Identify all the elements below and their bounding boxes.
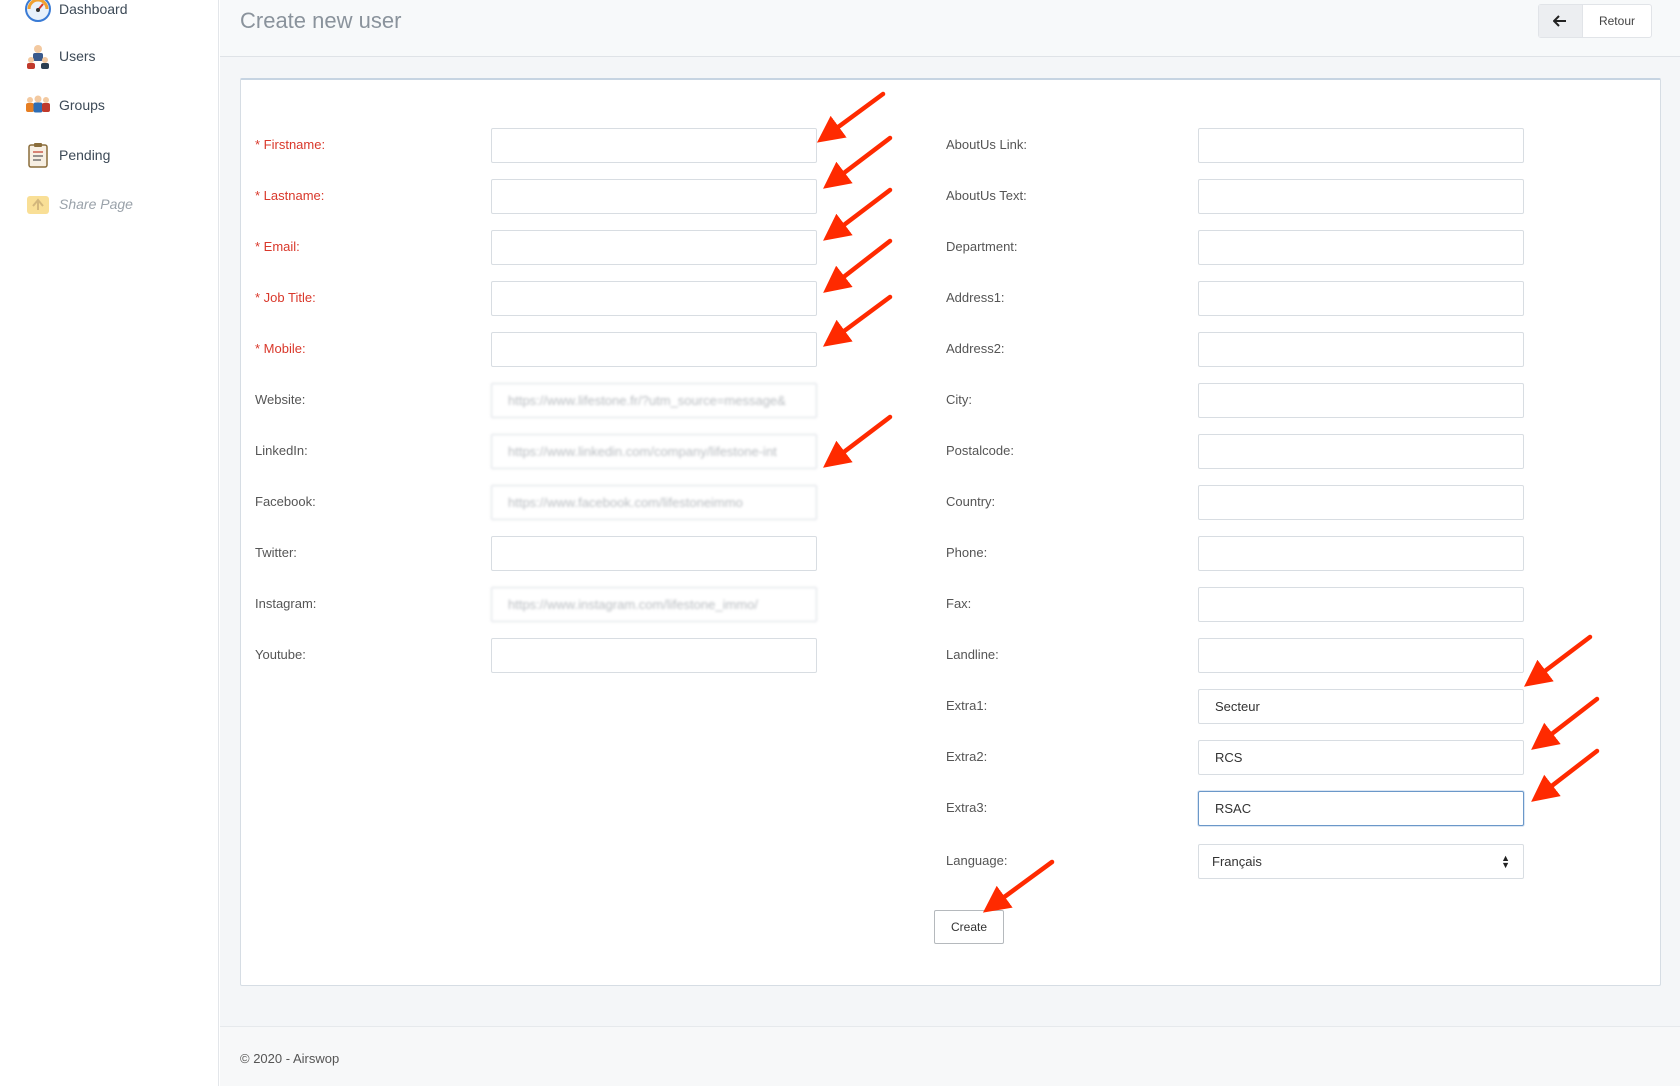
job-title-input[interactable] [491, 281, 817, 316]
address1-label: Address1: [946, 290, 1005, 305]
job-title-label: * Job Title: [255, 290, 316, 305]
page-title: Create new user [240, 8, 402, 33]
extra1-label: Extra1: [946, 698, 988, 713]
sidebar-item-label: Pending [59, 147, 111, 163]
select-caret-icon: ▲ ▼ [1501, 852, 1510, 870]
dashboard-icon [25, 0, 51, 22]
facebook-label: Facebook: [255, 494, 316, 509]
extra3-label: Extra3: [946, 800, 988, 815]
aboutus-link-label: AboutUs Link: [946, 137, 1027, 152]
share-icon [27, 196, 49, 214]
postalcode-label: Postalcode: [946, 443, 1014, 458]
sidebar-item-pending[interactable]: Pending [24, 140, 110, 170]
phone-input[interactable] [1198, 536, 1524, 571]
sidebar: Dashboard Users Groups Pending Share Pag… [0, 0, 219, 1086]
sidebar-item-share-page[interactable]: Share Page [24, 189, 133, 219]
extra1-input[interactable] [1198, 689, 1524, 724]
landline-input[interactable] [1198, 638, 1524, 673]
linkedin-input[interactable] [491, 434, 817, 469]
website-label: Website: [255, 392, 306, 407]
extra2-label: Extra2: [946, 749, 988, 764]
firstname-input[interactable] [491, 128, 817, 163]
footer-copyright: © 2020 - Airswop [240, 1051, 340, 1066]
address2-input[interactable] [1198, 332, 1524, 367]
instagram-input[interactable] [491, 587, 817, 622]
back-button-group: Retour [1537, 4, 1652, 38]
youtube-input[interactable] [491, 638, 817, 673]
address2-label: Address2: [946, 341, 1005, 356]
language-selected-value: Français [1212, 854, 1262, 869]
sidebar-item-label: Groups [59, 97, 105, 113]
language-label: Language: [946, 853, 1008, 868]
sidebar-item-label: Users [59, 48, 96, 64]
email-label: * Email: [255, 239, 300, 254]
email-input[interactable] [491, 230, 817, 265]
arrow-left-icon [1553, 15, 1567, 27]
users-icon [27, 45, 49, 69]
facebook-input[interactable] [491, 485, 817, 520]
landline-label: Landline: [946, 647, 999, 662]
sidebar-item-dashboard[interactable]: Dashboard [24, 0, 128, 24]
city-label: City: [946, 392, 972, 407]
twitter-input[interactable] [491, 536, 817, 571]
department-input[interactable] [1198, 230, 1524, 265]
main-content: Create new user Retour Français ▲ ▼ Langu… [220, 0, 1680, 1086]
city-input[interactable] [1198, 383, 1524, 418]
department-label: Department: [946, 239, 1018, 254]
twitter-label: Twitter: [255, 545, 297, 560]
fax-input[interactable] [1198, 587, 1524, 622]
groups-icon [26, 95, 50, 113]
country-label: Country: [946, 494, 996, 509]
postalcode-input[interactable] [1198, 434, 1524, 469]
website-input[interactable] [491, 383, 817, 418]
address1-input[interactable] [1198, 281, 1524, 316]
aboutus-link-input[interactable] [1198, 128, 1524, 163]
sidebar-item-label: Share Page [59, 196, 133, 212]
sidebar-item-groups[interactable]: Groups [24, 90, 105, 120]
create-button[interactable]: Create [934, 910, 1004, 944]
back-button[interactable]: Retour [1583, 5, 1651, 37]
extra2-input[interactable] [1198, 740, 1524, 775]
phone-label: Phone: [946, 545, 988, 560]
create-user-form: Français ▲ ▼ Language: Create * Firstname… [240, 78, 1661, 986]
page-header: Create new user Retour [220, 0, 1680, 57]
instagram-label: Instagram: [255, 596, 317, 611]
linkedin-label: LinkedIn: [255, 443, 308, 458]
youtube-label: Youtube: [255, 647, 306, 662]
footer: © 2020 - Airswop [220, 1026, 1680, 1086]
firstname-label: * Firstname: [255, 137, 326, 152]
aboutus-text-input[interactable] [1198, 179, 1524, 214]
extra3-input[interactable] [1198, 791, 1524, 826]
country-input[interactable] [1198, 485, 1524, 520]
mobile-input[interactable] [491, 332, 817, 367]
sidebar-item-label: Dashboard [59, 1, 128, 17]
language-select[interactable]: Français ▲ ▼ [1198, 844, 1524, 879]
fax-label: Fax: [946, 596, 972, 611]
clipboard-icon [28, 143, 48, 168]
lastname-input[interactable] [491, 179, 817, 214]
mobile-label: * Mobile: [255, 341, 306, 356]
back-arrow-button[interactable] [1538, 5, 1583, 37]
sidebar-item-users[interactable]: Users [24, 41, 96, 71]
lastname-label: * Lastname: [255, 188, 325, 203]
aboutus-text-label: AboutUs Text: [946, 188, 1027, 203]
